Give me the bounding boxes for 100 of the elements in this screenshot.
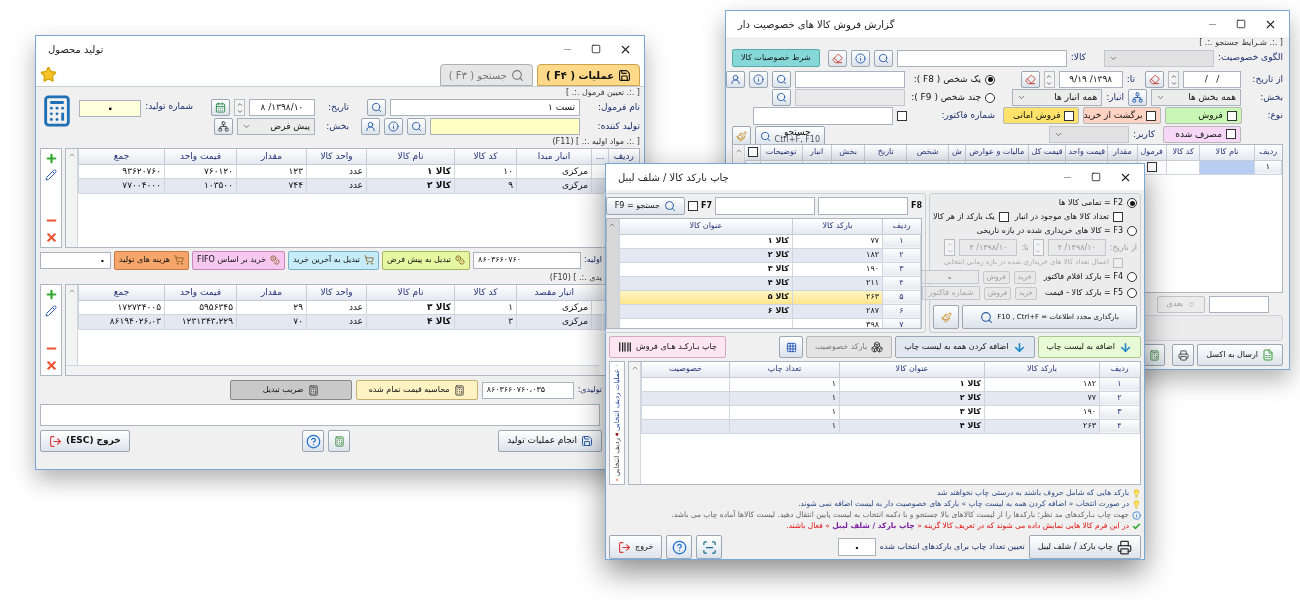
add-to-print-list-button[interactable]: اضافه به لیست چاپ xyxy=(1037,336,1141,358)
search-button[interactable] xyxy=(407,118,426,135)
column-header[interactable]: کد کالا xyxy=(454,285,517,300)
spin-buttons[interactable] xyxy=(1043,71,1055,88)
scroll-up-icon[interactable] xyxy=(630,364,639,372)
scroll-up-icon[interactable] xyxy=(67,287,76,295)
column-header[interactable]: مقدار xyxy=(1107,145,1138,160)
sales-barcode-button[interactable]: چاپ بـارکـد هـای فروش xyxy=(609,336,726,358)
checkbox[interactable] xyxy=(747,147,758,158)
user-button[interactable] xyxy=(726,71,745,88)
column-header[interactable]: انبار xyxy=(802,145,832,160)
calculator-button[interactable] xyxy=(328,430,351,452)
text-field[interactable]: ۸۶۰۳۶۶۰۷۶۰ xyxy=(473,251,582,269)
checkbox[interactable] xyxy=(1226,129,1236,140)
text-field[interactable]: ۱۳۹۸/ ۹/۱۹ xyxy=(1058,71,1123,88)
column-header[interactable]: مقدار xyxy=(236,149,307,164)
column-header[interactable]: توضیحات xyxy=(760,145,803,160)
dropdown[interactable]: همه بخش ها xyxy=(1151,89,1241,106)
column-header[interactable]: عنوان کالا xyxy=(839,362,985,377)
text-field[interactable]: ۱۳۹۸/۱۰/ ۸ xyxy=(249,99,315,116)
dropdown[interactable]: همه انبار ها xyxy=(1012,89,1103,106)
column-header[interactable]: مقدار xyxy=(236,285,307,300)
column-header[interactable]: ردیف xyxy=(1254,145,1282,160)
add-to-print-list-button[interactable]: اضافه کردن همه به لیست چاپ xyxy=(895,336,1035,358)
text-field[interactable] xyxy=(795,89,905,106)
grid-button[interactable] xyxy=(779,336,803,358)
scroll-up-icon[interactable] xyxy=(608,221,617,229)
star-icon[interactable] xyxy=(40,65,57,83)
action-button[interactable]: خرید بر اساس FIFO xyxy=(192,250,286,270)
column-header[interactable]: نام کالا xyxy=(366,285,455,300)
type-option[interactable]: برگشت از خرید xyxy=(1083,107,1162,125)
column-header[interactable]: عنوان کالا xyxy=(619,219,793,234)
action-button[interactable]: هزینه های تولید xyxy=(114,250,190,270)
text-field[interactable]: تست ۱ xyxy=(390,99,580,116)
column-header[interactable]: واحد کالا xyxy=(306,149,367,164)
column-header[interactable]: قیمت واحد xyxy=(1065,145,1108,160)
text-field[interactable] xyxy=(430,118,580,135)
maximize-icon[interactable] xyxy=(591,44,601,54)
search-button[interactable] xyxy=(772,71,791,88)
checkbox[interactable] xyxy=(1146,162,1157,172)
horizontal-scrollbar[interactable] xyxy=(66,365,599,375)
tab[interactable]: عملیات ( F۴ ) xyxy=(536,64,640,86)
delete-icon[interactable] xyxy=(44,231,58,244)
column-header[interactable]: واحد کالا xyxy=(306,285,367,300)
dropdown[interactable]: پیش فرض xyxy=(237,118,315,135)
column-header[interactable]: شخص xyxy=(906,145,949,160)
add-icon[interactable] xyxy=(44,152,58,165)
info-button[interactable] xyxy=(850,49,870,67)
column-header[interactable]: نام کالا xyxy=(1199,145,1255,160)
column-header[interactable]: تعداد چاپ xyxy=(729,362,840,377)
text-field[interactable] xyxy=(795,71,905,88)
radio-button[interactable] xyxy=(1127,198,1137,208)
column-header[interactable]: قیمت واحد xyxy=(164,149,237,164)
calendar-button[interactable] xyxy=(211,99,230,116)
column-header[interactable]: فرمول xyxy=(1137,145,1167,160)
column-header[interactable]: ردیف xyxy=(1099,362,1140,377)
search-button[interactable] xyxy=(772,89,791,106)
printer-button[interactable] xyxy=(1172,344,1195,366)
search-button[interactable]: جستجو = F9 xyxy=(605,197,685,215)
eraser-button[interactable] xyxy=(1020,71,1040,88)
network-button[interactable] xyxy=(214,118,233,135)
exit-button[interactable]: خروج (ESC) xyxy=(40,430,130,452)
column-header[interactable]: کد کالا xyxy=(1166,145,1200,160)
text-field[interactable]: ۸۶۰۳۶۶۰۷۶۰،۰۳۵ xyxy=(481,381,574,399)
brush-button[interactable] xyxy=(933,305,959,329)
column-header[interactable]: کد کالا xyxy=(454,149,517,164)
type-option[interactable]: فروش xyxy=(1165,107,1242,125)
column-header[interactable]: ش xyxy=(948,145,966,160)
column-header[interactable]: بخش xyxy=(831,145,865,160)
edit-icon[interactable] xyxy=(45,169,57,181)
exit-button[interactable]: خروج xyxy=(609,535,663,559)
text-field[interactable]: ۰ xyxy=(837,538,876,556)
column-header[interactable]: بارکد کالا xyxy=(792,219,883,234)
column-header[interactable]: انبار مبدا xyxy=(516,149,592,164)
notes-field[interactable] xyxy=(40,404,600,426)
text-field[interactable] xyxy=(714,197,815,215)
text-field[interactable] xyxy=(753,107,893,125)
type-option[interactable]: مصرف شده xyxy=(1163,125,1241,143)
user-button[interactable] xyxy=(361,118,380,135)
product-condition-button[interactable]: شرط خصوصیات کالا xyxy=(732,49,820,67)
column-header[interactable]: نام کالا xyxy=(366,149,455,164)
calculator-button[interactable] xyxy=(1143,344,1166,366)
action-button[interactable]: تبدیل به پیش فرض xyxy=(382,250,471,270)
tab[interactable]: جستجو ( F۳ ) xyxy=(439,64,533,86)
page-field[interactable] xyxy=(1209,295,1269,313)
scroll-up-icon[interactable] xyxy=(67,151,76,159)
checkbox[interactable] xyxy=(687,201,698,211)
radio-button[interactable] xyxy=(1127,272,1137,282)
add-icon[interactable] xyxy=(44,288,58,301)
run-production-button[interactable]: انجام عملیات تولید xyxy=(498,430,602,452)
column-header[interactable]: قیمت واحد xyxy=(164,285,237,300)
network-button[interactable] xyxy=(1128,89,1147,106)
radio-button[interactable] xyxy=(1127,288,1137,298)
text-field[interactable]: ۰ xyxy=(40,251,112,269)
help-button[interactable] xyxy=(666,535,693,559)
column-header[interactable]: قیمت کل xyxy=(1028,145,1066,160)
calculate-cost-button[interactable]: محاسبه قیمت تمام شده xyxy=(355,380,478,400)
conversion-factor-button[interactable]: ضریب تبدیل xyxy=(229,380,352,400)
info-button[interactable] xyxy=(749,71,768,88)
action-button[interactable]: تبدیل به آخرین خرید xyxy=(288,250,380,270)
